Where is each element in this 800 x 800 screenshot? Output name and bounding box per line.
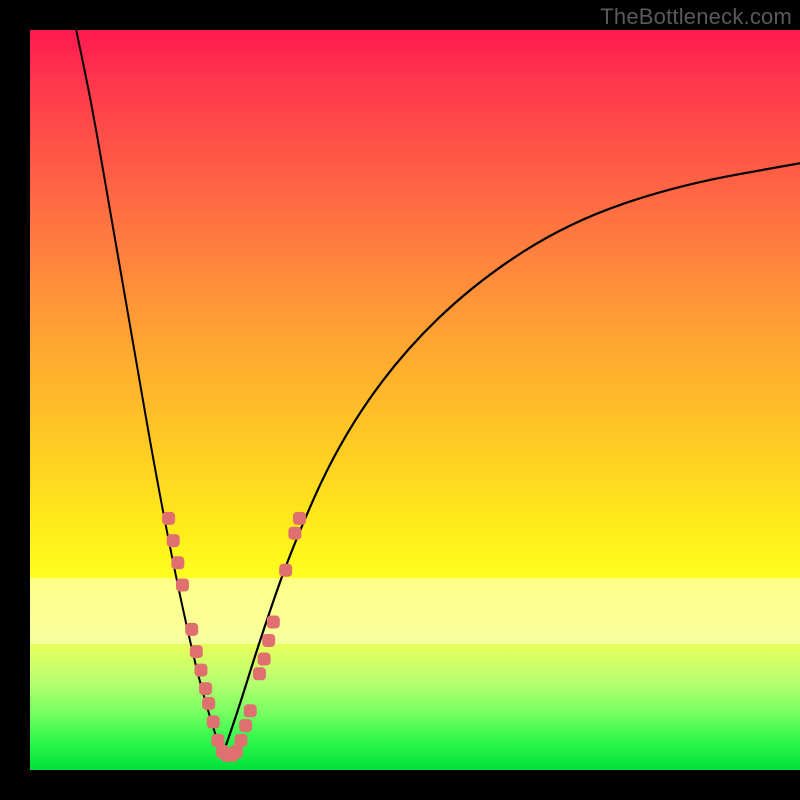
data-marker — [230, 745, 243, 758]
data-marker — [167, 534, 180, 547]
data-marker — [202, 697, 215, 710]
data-marker — [194, 664, 207, 677]
curve-right-branch — [223, 163, 800, 755]
data-marker — [293, 512, 306, 525]
markers-right-group — [225, 512, 306, 762]
data-marker — [279, 564, 292, 577]
data-marker — [253, 667, 266, 680]
data-marker — [262, 634, 275, 647]
data-marker — [211, 734, 224, 747]
data-marker — [239, 719, 252, 732]
watermark-label: TheBottleneck.com — [600, 4, 792, 30]
data-marker — [267, 616, 280, 629]
data-marker — [234, 734, 247, 747]
chart-frame: TheBottleneck.com — [0, 0, 800, 800]
data-marker — [176, 579, 189, 592]
markers-left-group — [162, 512, 234, 762]
data-marker — [190, 645, 203, 658]
data-marker — [288, 527, 301, 540]
data-marker — [258, 653, 271, 666]
data-marker — [207, 715, 220, 728]
data-marker — [199, 682, 212, 695]
data-marker — [171, 556, 184, 569]
plot-area — [30, 30, 800, 770]
data-marker — [244, 704, 257, 717]
curve-layer — [30, 30, 800, 770]
data-marker — [162, 512, 175, 525]
data-marker — [185, 623, 198, 636]
